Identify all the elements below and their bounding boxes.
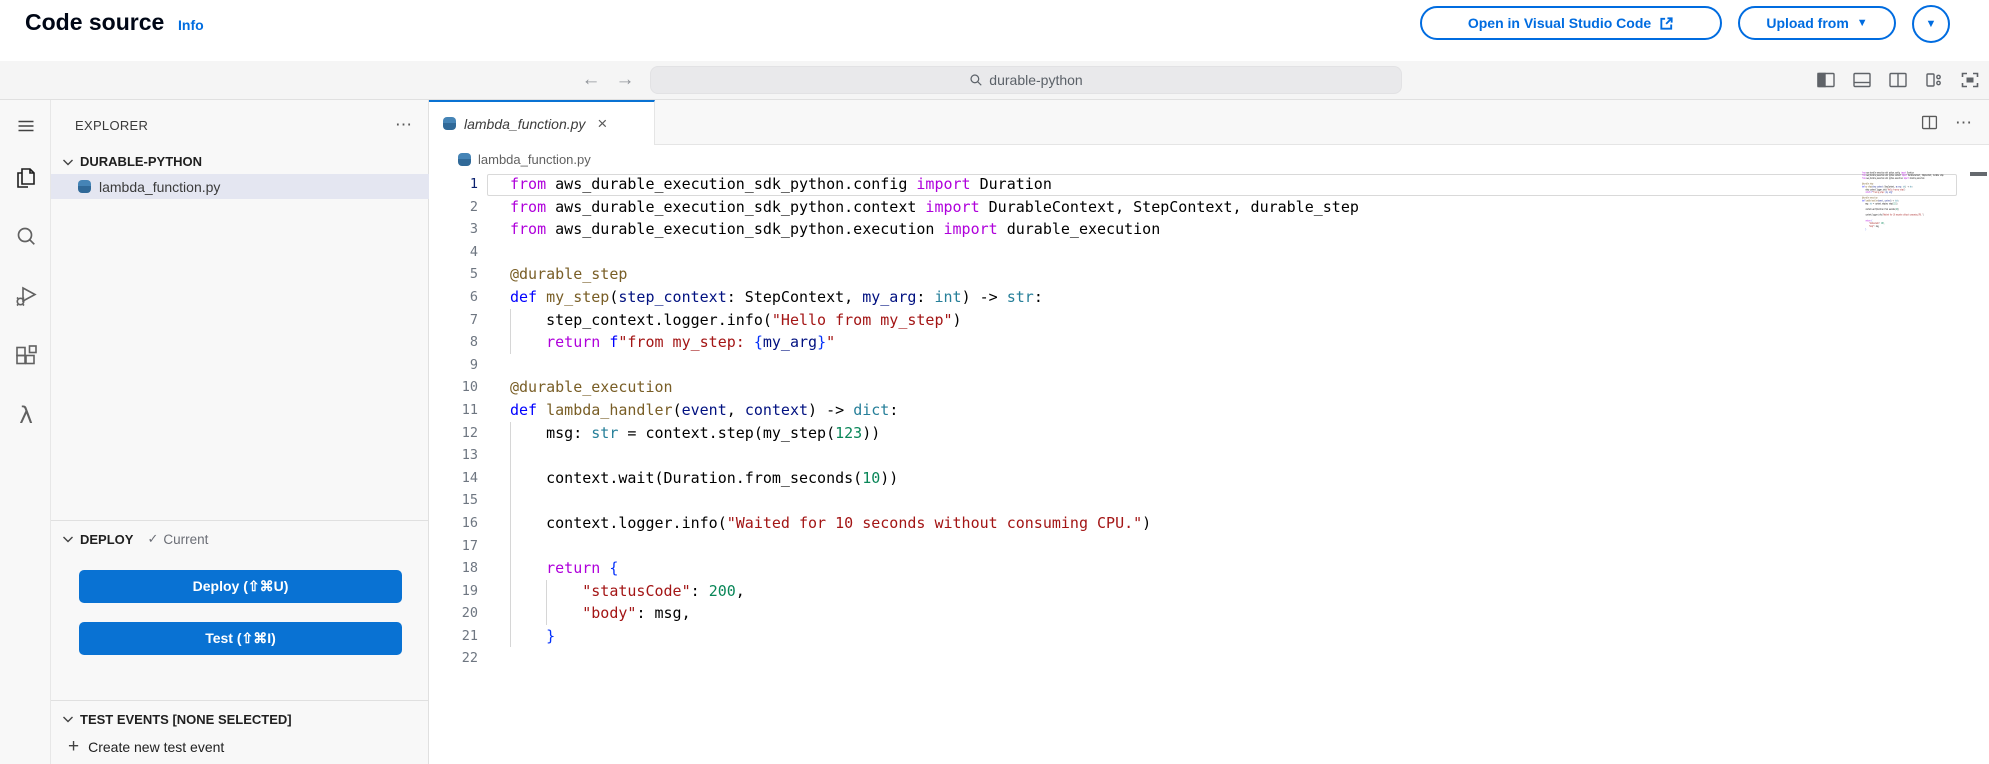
layout-controls: [1815, 69, 1981, 91]
deploy-section-header[interactable]: DEPLOY ✓ Current: [51, 527, 429, 551]
explorer-title: EXPLORER: [75, 117, 149, 133]
workspace-folder-row[interactable]: DURABLE-PYTHON: [51, 150, 429, 173]
extensions-view-icon[interactable]: [12, 342, 40, 370]
tab-label: lambda_function.py: [464, 115, 586, 132]
minimap[interactable]: from aws_durable_execution_sdk_python.co…: [1862, 171, 1954, 243]
command-center-search[interactable]: durable-python: [650, 66, 1402, 94]
upload-from-label: Upload from: [1766, 15, 1849, 31]
editor-toolbar: ← → durable-python: [0, 61, 1989, 99]
open-in-vsc-button[interactable]: Open in Visual Studio Code: [1420, 6, 1722, 40]
search-value: durable-python: [989, 72, 1083, 88]
code-line[interactable]: 19 "statusCode": 200,: [429, 579, 1989, 603]
code-line[interactable]: 17: [429, 534, 1989, 558]
upload-from-button[interactable]: Upload from ▼: [1738, 6, 1896, 40]
split-editor-icon[interactable]: [1920, 113, 1939, 132]
file-item-lambda-function[interactable]: lambda_function.py: [51, 174, 429, 199]
deploy-status: Current: [163, 531, 209, 547]
page-title: Code source: [25, 9, 165, 35]
workbench: λ EXPLORER ⋯ DURABLE-PYTHON lambda_funct…: [0, 99, 1989, 764]
code-source-header: Code source Info Open in Visual Studio C…: [0, 0, 1989, 57]
tab-bar: lambda_function.py × ⋯: [429, 100, 1989, 145]
run-debug-view-icon[interactable]: [12, 282, 40, 310]
code-line[interactable]: 14 context.wait(Duration.from_seconds(10…: [429, 466, 1989, 490]
code-editor[interactable]: 1 from aws_durable_execution_sdk_python.c…: [429, 173, 1989, 764]
more-actions-icon[interactable]: ⋯: [1955, 113, 1973, 133]
code-line[interactable]: 18 return {: [429, 557, 1989, 580]
explorer-more-icon[interactable]: ⋯: [395, 115, 413, 135]
python-file-icon: [443, 117, 456, 130]
chevron-down-icon: [63, 159, 73, 165]
code-line[interactable]: 8 return f"from my_step: {my_arg}": [429, 331, 1989, 354]
caret-down-icon: ▼: [1925, 17, 1937, 30]
create-test-event-row[interactable]: + Create new test event: [51, 734, 429, 760]
code-line[interactable]: 9: [429, 354, 1989, 377]
code-line[interactable]: 21 }: [429, 624, 1989, 648]
activity-bar: λ: [0, 100, 51, 764]
python-file-icon: [458, 152, 471, 166]
sidebar-divider: [51, 520, 429, 521]
close-tab-icon[interactable]: ×: [597, 115, 607, 132]
deploy-section-title: DEPLOY: [80, 531, 134, 547]
explorer-view-icon[interactable]: [12, 164, 40, 192]
workspace-name: DURABLE-PYTHON: [80, 154, 203, 169]
code-line[interactable]: 10 @durable_execution: [429, 376, 1989, 399]
search-view-icon[interactable]: [12, 223, 40, 251]
check-icon: ✓: [147, 531, 159, 546]
tab-lambda-function[interactable]: lambda_function.py ×: [429, 100, 655, 145]
create-test-event-label: Create new test event: [88, 739, 225, 755]
sidebar-divider: [51, 700, 429, 701]
explorer-sidebar: EXPLORER ⋯ DURABLE-PYTHON lambda_functio…: [51, 100, 429, 764]
deploy-button[interactable]: Deploy (⇧⌘U): [79, 570, 402, 603]
test-events-section-title: TEST EVENTS [NONE SELECTED]: [80, 711, 292, 727]
code-line[interactable]: 7 step_context.logger.info("Hello from m…: [429, 308, 1989, 332]
plus-icon: +: [68, 736, 80, 757]
minimap-content: from aws_durable_execution_sdk_python.co…: [1862, 171, 1944, 231]
deploy-button-label: Deploy (⇧⌘U): [192, 578, 289, 594]
toggle-sidebar-icon[interactable]: [1815, 69, 1837, 91]
test-button-label: Test (⇧⌘I): [205, 630, 276, 646]
navigate-forward-button[interactable]: →: [612, 68, 638, 92]
breadcrumb-file: lambda_function.py: [478, 151, 591, 167]
external-link-icon: [1660, 16, 1673, 30]
code-line[interactable]: 5 @durable_step: [429, 263, 1989, 286]
python-file-icon: [78, 180, 91, 193]
code-line[interactable]: 11 def lambda_handler(event, context) -> …: [429, 399, 1989, 422]
customize-layout-icon[interactable]: [1923, 69, 1945, 91]
navigate-back-button[interactable]: ←: [578, 68, 604, 92]
toggle-panel-icon[interactable]: [1851, 69, 1873, 91]
code-line[interactable]: 1 from aws_durable_execution_sdk_python.c…: [429, 173, 1989, 196]
test-button[interactable]: Test (⇧⌘I): [79, 622, 402, 655]
code-line[interactable]: 12 msg: str = context.step(my_step(123)): [429, 421, 1989, 445]
code-line[interactable]: 13: [429, 444, 1989, 467]
overview-ruler-cursor-mark: [1970, 172, 1987, 176]
search-icon: [970, 74, 982, 86]
menu-icon[interactable]: [12, 112, 40, 140]
code-line[interactable]: 16 context.logger.info("Waited for 10 se…: [429, 511, 1989, 535]
breadcrumb[interactable]: lambda_function.py: [429, 145, 1989, 173]
code-line[interactable]: 3 from aws_durable_execution_sdk_python.e…: [429, 218, 1989, 241]
more-actions-button[interactable]: ▼: [1912, 5, 1950, 43]
test-events-section-header[interactable]: TEST EVENTS [NONE SELECTED]: [51, 707, 429, 731]
explorer-header: EXPLORER ⋯: [51, 113, 429, 137]
code-line[interactable]: 20 "body": msg,: [429, 602, 1989, 625]
editor-group: lambda_function.py × ⋯ lambda_function.p…: [429, 100, 1989, 764]
caret-down-icon: ▼: [1856, 16, 1868, 29]
chevron-down-icon: [63, 716, 73, 723]
open-in-vsc-label: Open in Visual Studio Code: [1467, 15, 1652, 31]
code-line[interactable]: 15: [429, 489, 1989, 512]
code-line[interactable]: 22: [429, 647, 1989, 670]
fullscreen-icon[interactable]: [1959, 69, 1981, 91]
split-editor-icon[interactable]: [1887, 69, 1909, 91]
info-link[interactable]: Info: [178, 17, 204, 33]
code-line[interactable]: 2 from aws_durable_execution_sdk_python.c…: [429, 196, 1989, 219]
code-line[interactable]: 4: [429, 241, 1989, 264]
aws-lambda-view-icon[interactable]: λ: [12, 402, 40, 430]
file-name: lambda_function.py: [99, 178, 221, 195]
editor-actions: ⋯: [1920, 100, 1973, 145]
code-line[interactable]: 6 def my_step(step_context: StepContext, …: [429, 286, 1989, 309]
chevron-down-icon: [63, 536, 73, 543]
